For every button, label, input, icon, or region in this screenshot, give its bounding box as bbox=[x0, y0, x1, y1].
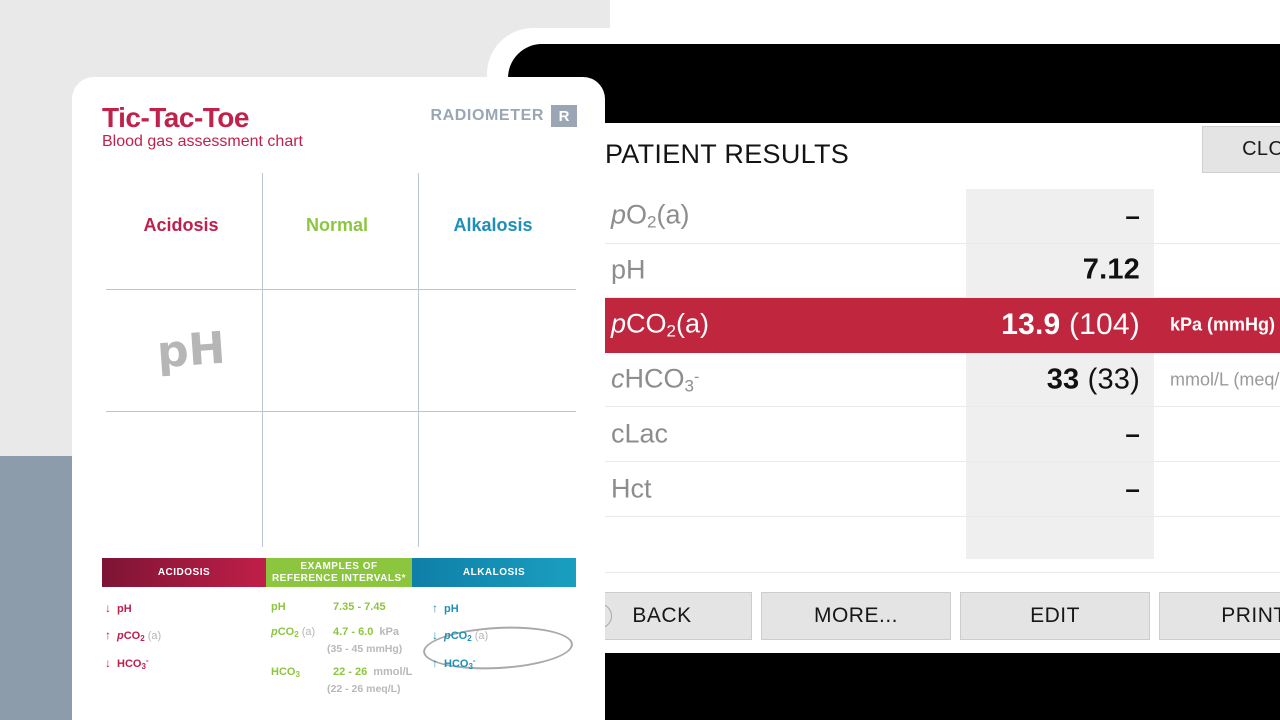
row-value: 13.9 (104) bbox=[1001, 308, 1140, 342]
legend-item: ↓ HCO3- bbox=[105, 656, 161, 671]
table-row-empty bbox=[564, 517, 1280, 573]
row-value: 33 (33) bbox=[1047, 363, 1140, 396]
legend-item-label: pCO2 (a) bbox=[271, 626, 316, 639]
legend-header-reference-line2: REFERENCE INTERVALS* bbox=[271, 572, 407, 584]
legend-item-label: HCO3- bbox=[444, 656, 476, 671]
legend-item-unit: kPa bbox=[379, 626, 399, 638]
legend-item-label: HCO3- bbox=[117, 656, 149, 671]
arrow-down-icon: ↓ bbox=[105, 601, 111, 615]
row-value: – bbox=[1125, 473, 1140, 504]
row-value-primary: 13.9 bbox=[1001, 308, 1061, 342]
back-button-label: BACK bbox=[632, 604, 692, 627]
analyzer-screen: PATIENT RESULTS CLOSE pO2(a) – pH 7.12 p… bbox=[564, 123, 1280, 653]
row-value-secondary: (104) bbox=[1068, 308, 1140, 342]
legend-item-label: pCO2 (a) bbox=[117, 630, 162, 643]
table-row-highlighted[interactable]: pCO2(a) 13.9 (104) kPa (mmHg) bbox=[564, 298, 1280, 353]
legend-item: pCO2 (a) 4.7 - 6.0 kPa bbox=[271, 626, 412, 639]
arrow-down-icon: ↓ bbox=[105, 656, 111, 670]
legend-header-alkalosis: ALKALOSIS bbox=[412, 558, 576, 587]
grid-column-header-normal: Normal bbox=[305, 215, 368, 235]
legend-item: ↑ pCO2 (a) bbox=[105, 628, 161, 643]
legend-item: pH 7.35 - 7.45 bbox=[271, 601, 412, 613]
row-unit: mmol/L (meq/L) bbox=[1170, 369, 1280, 390]
row-parameter: pO2(a) bbox=[611, 199, 690, 232]
legend-header-acidosis: ACIDOSIS bbox=[102, 558, 266, 587]
page-title: PATIENT RESULTS bbox=[605, 139, 850, 169]
tic-tac-toe-card: Tic-Tac-Toe Blood gas assessment chart R… bbox=[72, 77, 605, 720]
arrow-up-icon: ↑ bbox=[432, 601, 438, 615]
arrow-up-icon: ↑ bbox=[105, 628, 111, 642]
legend-item-label: HCO3 bbox=[271, 666, 300, 679]
grid-line-horizontal-1 bbox=[106, 289, 576, 290]
legend-header-reference-line1: EXAMPLES OF bbox=[300, 561, 378, 572]
legend-table: ACIDOSIS EXAMPLES OF REFERENCE INTERVALS… bbox=[102, 558, 576, 695]
legend-column-reference: pH 7.35 - 7.45 pCO2 (a) 4.7 - 6.0 kPa (3… bbox=[271, 601, 574, 706]
legend-item: ↓ pCO2 (a) bbox=[432, 628, 488, 643]
legend-item-value: 7.35 - 7.45 bbox=[333, 601, 386, 613]
arrow-down-icon: ↓ bbox=[432, 628, 438, 642]
grid-column-header-acidosis: Acidosis bbox=[143, 215, 219, 235]
edit-button[interactable]: EDIT bbox=[960, 592, 1150, 640]
edit-button-label: EDIT bbox=[1030, 604, 1080, 627]
legend-header-row: ACIDOSIS EXAMPLES OF REFERENCE INTERVALS… bbox=[102, 558, 576, 587]
legend-item-label: pH bbox=[444, 603, 459, 615]
row-value: – bbox=[1125, 418, 1140, 449]
handwritten-ph-annotation: pH bbox=[155, 322, 228, 379]
grid-line-horizontal-2 bbox=[106, 411, 576, 412]
row-parameter: pCO2(a) bbox=[611, 308, 709, 341]
close-button[interactable]: CLOSE bbox=[1202, 126, 1280, 173]
legend-item-value: 22 - 26 bbox=[333, 666, 368, 678]
legend-item: ↑ pH bbox=[432, 601, 488, 615]
grid-column-header-alkalosis: Alkalosis bbox=[453, 215, 533, 235]
row-value-primary: 33 bbox=[1046, 363, 1080, 396]
table-row[interactable]: pH 7.12 bbox=[564, 244, 1280, 299]
row-value-secondary: (33) bbox=[1087, 363, 1140, 396]
legend-header-reference: EXAMPLES OF REFERENCE INTERVALS* bbox=[266, 558, 412, 587]
legend-item: ↓ pH bbox=[105, 601, 161, 615]
table-row[interactable]: cLac – bbox=[564, 407, 1280, 462]
row-parameter: pH bbox=[611, 254, 646, 285]
legend-column-alkalosis: ↑ pH ↓ pCO2 (a) ↑ HCO3- bbox=[432, 601, 488, 684]
table-row[interactable]: cHCO3- 33 (33) mmol/L (meq/L) bbox=[564, 353, 1280, 408]
results-table: pO2(a) – pH 7.12 pCO2(a) 13.9 (104) kPa … bbox=[564, 189, 1280, 573]
tic-tac-toe-grid: Acidosis Normal Alkalosis pH bbox=[72, 77, 605, 547]
legend-item: HCO3 22 - 26 mmol/L bbox=[271, 666, 412, 679]
more-button-label: MORE... bbox=[813, 604, 898, 627]
legend-item: ↑ HCO3- bbox=[432, 656, 488, 671]
print-button-label: PRINT bbox=[1221, 604, 1280, 627]
legend-column-acidosis: ↓ pH ↑ pCO2 (a) ↓ HCO3- bbox=[105, 601, 161, 684]
legend-item-secondary: (22 - 26 meq/L) bbox=[327, 683, 401, 695]
legend-item-value: 4.7 - 6.0 bbox=[333, 626, 374, 638]
legend-item-label: pCO2 (a) bbox=[444, 630, 489, 643]
row-parameter: cLac bbox=[611, 418, 669, 449]
table-row[interactable]: pO2(a) – bbox=[564, 189, 1280, 244]
row-value: – bbox=[1125, 200, 1140, 231]
screen-header: PATIENT RESULTS CLOSE bbox=[564, 123, 1280, 189]
legend-item-label: pH bbox=[271, 601, 286, 613]
screenshot-root: PATIENT RESULTS CLOSE pO2(a) – pH 7.12 p… bbox=[0, 0, 1280, 720]
legend-item-secondary: (35 - 45 mmHg) bbox=[327, 643, 403, 655]
legend-item-unit: mmol/L bbox=[373, 666, 413, 678]
screen-button-bar: ‹ BACK MORE... EDIT PRINT bbox=[564, 585, 1280, 647]
arrow-up-icon: ↑ bbox=[432, 656, 438, 670]
row-value: 7.12 bbox=[1082, 253, 1140, 286]
row-unit: kPa (mmHg) bbox=[1170, 314, 1276, 335]
more-button[interactable]: MORE... bbox=[761, 592, 951, 640]
table-row[interactable]: Hct – bbox=[564, 462, 1280, 517]
print-button[interactable]: PRINT bbox=[1159, 592, 1280, 640]
legend-item-label: pH bbox=[117, 603, 132, 615]
legend-body: ↓ pH ↑ pCO2 (a) ↓ HCO3- pH 7.35 - 7.45 p… bbox=[102, 587, 576, 695]
row-parameter: cHCO3- bbox=[611, 363, 700, 396]
row-parameter: Hct bbox=[611, 473, 652, 504]
close-button-label: CLOSE bbox=[1242, 138, 1280, 160]
